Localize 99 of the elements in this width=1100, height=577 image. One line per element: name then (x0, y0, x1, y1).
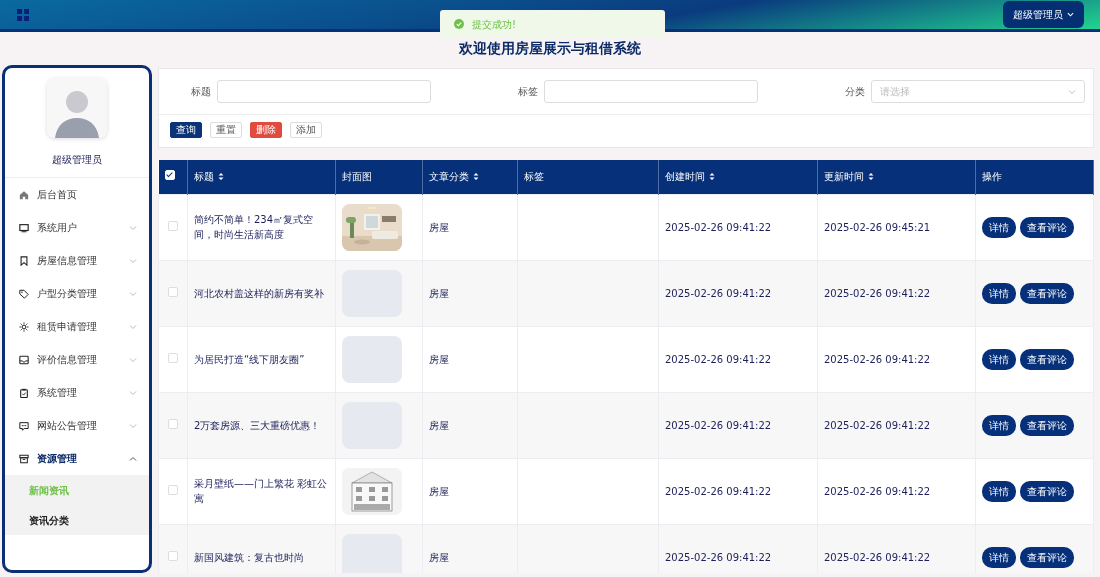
chevron-down-icon (129, 355, 137, 364)
toast-message: 提交成功! (472, 17, 516, 32)
search-field[interactable] (544, 80, 758, 103)
row-checkbox[interactable] (168, 418, 178, 429)
row-action-button[interactable]: 查看评论 (1020, 348, 1074, 370)
row-action-button[interactable]: 详情 (982, 546, 1016, 568)
table-cell: 2025-02-26 09:41:22 (665, 221, 772, 233)
row-action-button[interactable]: 详情 (982, 414, 1016, 436)
archive-icon (19, 453, 29, 464)
row-checkbox[interactable] (168, 220, 178, 231)
sidebar-item[interactable]: 网站公告管理 (5, 409, 149, 442)
table-cell: 2万套房源、三大重磅优惠！ (194, 419, 321, 431)
image-placeholder (342, 335, 402, 383)
table-cell: 2025-02-26 09:41:22 (665, 485, 772, 497)
action-button[interactable]: 查询 (170, 122, 202, 138)
sidebar-item[interactable]: 户型分类管理 (5, 277, 149, 310)
table-cell: 新国风建筑：复古也时尚 (194, 551, 304, 563)
row-action-button[interactable]: 查看评论 (1020, 282, 1074, 304)
sort-icon[interactable] (709, 172, 715, 182)
chevron-down-icon (129, 388, 137, 397)
action-button[interactable]: 添加 (290, 122, 322, 138)
chevron-down-icon (129, 289, 137, 298)
column-header: 标签 (524, 169, 544, 184)
table-cell: 2025-02-26 09:41:22 (665, 551, 772, 563)
avatar (47, 78, 107, 138)
sidebar-item[interactable]: 系统管理 (5, 376, 149, 409)
inbox-icon (19, 354, 29, 365)
caret-icon (1067, 11, 1074, 18)
table-cell: 2025-02-26 09:45:21 (824, 221, 931, 233)
action-button[interactable]: 删除 (250, 122, 282, 138)
grid-icon[interactable] (16, 7, 30, 22)
column-header[interactable]: 标题 (194, 169, 224, 184)
user-name: 超级管理员 (52, 154, 102, 165)
bookmark-icon (19, 255, 29, 266)
check-circle-icon (454, 19, 464, 29)
row-action-button[interactable]: 详情 (982, 282, 1016, 304)
column-header: 封面图 (342, 169, 372, 184)
select-all-checkbox[interactable] (164, 169, 175, 180)
action-button[interactable]: 重置 (210, 122, 242, 138)
chevron-up-icon (129, 454, 137, 463)
table-cell: 房屋 (429, 485, 449, 497)
row-action-button[interactable]: 查看评论 (1020, 216, 1074, 238)
table-cell: 2025-02-26 09:41:22 (824, 419, 931, 431)
sidebar-item[interactable]: 后台首页 (5, 178, 149, 211)
table-cell: 2025-02-26 09:41:22 (665, 419, 772, 431)
sort-icon[interactable] (473, 172, 479, 182)
table-cell: 2025-02-26 09:41:22 (824, 287, 931, 299)
row-checkbox[interactable] (168, 286, 178, 297)
chevron-down-icon (129, 223, 137, 232)
table-cell: 简约不简单！234㎡复式空间，时尚生活新高度 (194, 214, 314, 240)
field-label: 标题 (190, 85, 212, 99)
sort-icon[interactable] (218, 172, 224, 182)
table-cell: 采月壁纸——门上繁花 彩虹公寓 (194, 478, 328, 504)
field-label: 分类 (844, 85, 866, 99)
sidebar-item[interactable]: 系统用户 (5, 211, 149, 244)
table-cell: 2025-02-26 09:41:22 (824, 353, 931, 365)
chevron-down-icon (1068, 87, 1076, 96)
chevron-down-icon (129, 256, 137, 265)
page-title: 欢迎使用房屋展示与租借系统 (459, 39, 641, 58)
table-cell: 房屋 (429, 221, 449, 233)
chevron-down-icon (129, 322, 137, 331)
sidebar-item[interactable]: 租赁申请管理 (5, 310, 149, 343)
row-action-button[interactable]: 详情 (982, 480, 1016, 502)
table-cell: 房屋 (429, 551, 449, 563)
search-field[interactable] (217, 80, 431, 103)
table-cell: 2025-02-26 09:41:22 (824, 551, 931, 563)
table-cell: 2025-02-26 09:41:22 (665, 353, 772, 365)
row-action-button[interactable]: 查看评论 (1020, 414, 1074, 436)
clipboard-icon (19, 387, 29, 398)
sidebar-item[interactable]: 房屋信息管理 (5, 244, 149, 277)
table-cell: 河北农村盖这样的新房有奖补 (194, 287, 324, 299)
table-cell: 2025-02-26 09:41:22 (824, 485, 931, 497)
row-action-button[interactable]: 详情 (982, 216, 1016, 238)
submenu-item[interactable]: 资讯分类 (5, 505, 149, 535)
row-action-button[interactable]: 详情 (982, 348, 1016, 370)
sun-icon (19, 321, 29, 332)
column-header: 操作 (982, 169, 1002, 184)
table-cell: 房屋 (429, 287, 449, 299)
table-cell: 为居民打造“线下朋友圈” (194, 353, 305, 365)
chat-icon (19, 420, 29, 431)
table-cell: 2025-02-26 09:41:22 (665, 287, 772, 299)
monitor-icon (19, 222, 29, 233)
column-header[interactable]: 创建时间 (665, 169, 715, 184)
user-menu-button[interactable]: 超级管理员 (1003, 1, 1084, 28)
table-cell: 房屋 (429, 353, 449, 365)
chevron-down-icon (129, 421, 137, 430)
column-header[interactable]: 更新时间 (824, 169, 874, 184)
row-checkbox[interactable] (168, 484, 178, 495)
sidebar-item[interactable]: 评价信息管理 (5, 343, 149, 376)
sort-icon[interactable] (868, 172, 874, 182)
home-icon (19, 189, 29, 200)
row-checkbox[interactable] (168, 352, 178, 363)
row-action-button[interactable]: 查看评论 (1020, 546, 1074, 568)
sidebar-item[interactable]: 资源管理 (5, 442, 149, 475)
tag-icon (19, 288, 29, 299)
row-action-button[interactable]: 查看评论 (1020, 480, 1074, 502)
row-checkbox[interactable] (168, 550, 178, 561)
field-label: 标签 (517, 85, 539, 99)
table-cell: 房屋 (429, 419, 449, 431)
